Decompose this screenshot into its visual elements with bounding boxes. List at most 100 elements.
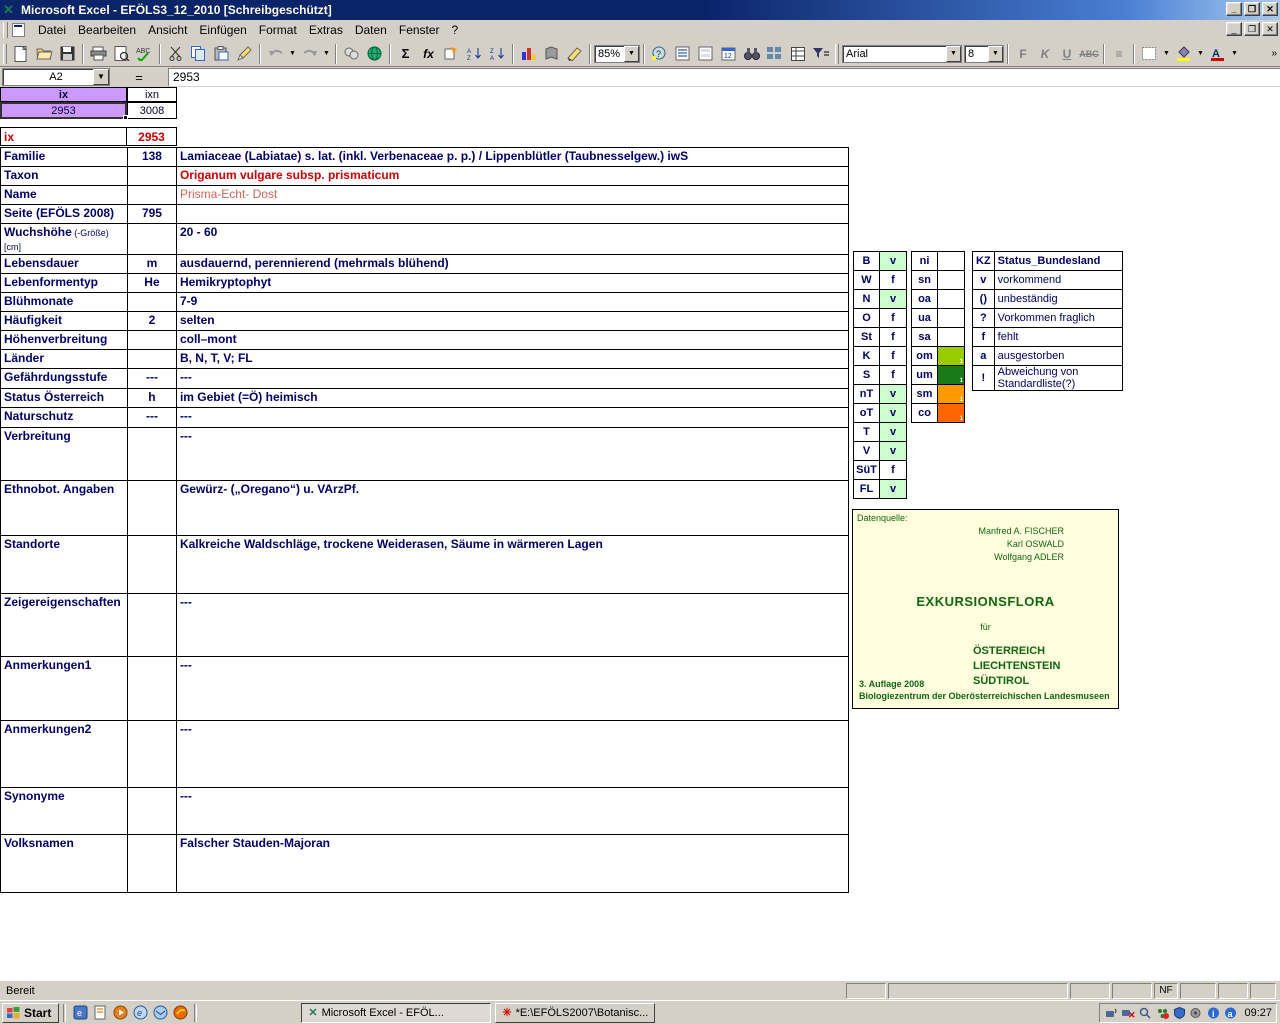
detail-row-text[interactable]: ---: [175, 787, 850, 835]
detail-row-text[interactable]: ---: [175, 593, 850, 657]
menu-item-daten[interactable]: Daten: [349, 21, 393, 39]
detail-row-text[interactable]: im Gebiet (=Ö) heimisch: [175, 388, 850, 408]
zone-code-cell[interactable]: sm: [911, 384, 938, 404]
taskbar-item-document[interactable]: ✳ *E:\EFÖLS2007\Botanisc...: [495, 1002, 656, 1023]
menu-item-bearbeiten[interactable]: Bearbeiten: [72, 21, 142, 39]
kz-status-cell[interactable]: fehlt: [993, 327, 1123, 347]
detail-row-label[interactable]: Länder: [0, 349, 128, 369]
state-code-cell[interactable]: N: [853, 289, 880, 309]
detail-row-code[interactable]: 2: [126, 311, 177, 331]
font-color-icon[interactable]: A: [1206, 43, 1229, 65]
new-document-icon[interactable]: [10, 43, 33, 65]
outlook-icon[interactable]: [150, 1003, 170, 1023]
detail-row-text[interactable]: 7-9: [175, 292, 850, 312]
detail-row-label[interactable]: Anmerkungen2: [0, 720, 128, 788]
ix-header-cell[interactable]: ix: [0, 87, 127, 102]
ixn-header-cell[interactable]: ixn: [127, 87, 177, 102]
taskbar-item-excel[interactable]: ✕ Microsoft Excel - EFÖL...: [301, 1002, 492, 1023]
print-preview-icon[interactable]: [110, 43, 133, 65]
state-code-cell[interactable]: St: [853, 327, 880, 347]
state-status-cell[interactable]: f: [879, 365, 907, 385]
close-button[interactable]: ✕: [1262, 2, 1278, 16]
workbook-restore-button[interactable]: ❐: [1244, 22, 1260, 36]
state-status-cell[interactable]: v: [879, 441, 907, 461]
autofilter-icon[interactable]: [809, 43, 832, 65]
autosum-icon[interactable]: Σ: [394, 43, 417, 65]
network-icon[interactable]: [1104, 1006, 1118, 1020]
grid-icon[interactable]: [786, 43, 809, 65]
zone-code-cell[interactable]: sa: [911, 327, 938, 347]
format-painter-icon[interactable]: [233, 43, 256, 65]
detail-row-label[interactable]: Gefährdungsstufe: [0, 368, 128, 389]
sort-descending-icon[interactable]: ZA: [486, 43, 509, 65]
italic-button[interactable]: K: [1034, 43, 1056, 65]
detail-row-text[interactable]: [175, 204, 850, 224]
kz-code-cell[interactable]: v: [972, 270, 995, 290]
state-code-cell[interactable]: W: [853, 270, 880, 290]
form-icon[interactable]: [694, 43, 717, 65]
copy-icon[interactable]: [187, 43, 210, 65]
zone-code-cell[interactable]: sn: [911, 270, 938, 290]
detail-row-label[interactable]: Seite (EFÖLS 2008): [0, 204, 128, 224]
zone-value-cell[interactable]: [937, 327, 965, 347]
zone-code-cell[interactable]: ua: [911, 308, 938, 328]
borders-icon[interactable]: [1138, 43, 1161, 65]
zoom-combo[interactable]: 85% ▼: [594, 44, 640, 63]
detail-row-label[interactable]: Wuchshöhe (-Größe) [cm]: [0, 223, 128, 255]
menu-item-help[interactable]: ?: [446, 21, 465, 39]
network-disconnect-icon[interactable]: [1155, 1006, 1169, 1020]
media-player-icon[interactable]: [110, 1003, 130, 1023]
detail-row-code[interactable]: [126, 292, 177, 312]
state-code-cell[interactable]: K: [853, 346, 880, 366]
detail-row-code[interactable]: [126, 223, 177, 255]
detail-row-text[interactable]: Gewürz- („Oregano“) u. VArzPf.: [175, 480, 850, 536]
detail-row-code[interactable]: He: [126, 273, 177, 293]
detail-row-label[interactable]: Naturschutz: [0, 407, 128, 428]
zoom-dropdown-arrow[interactable]: ▼: [624, 45, 639, 62]
menu-item-format[interactable]: Format: [253, 21, 303, 39]
detail-row-label[interactable]: Ethnobot. Angaben: [0, 480, 128, 536]
ixn-value-cell[interactable]: 3008: [127, 102, 177, 119]
borders-dropdown-arrow[interactable]: ▼: [1161, 43, 1172, 65]
zone-value-cell[interactable]: [937, 308, 965, 328]
name-box[interactable]: A2 ▼: [2, 68, 110, 86]
formatting-toolbar-grip[interactable]: [835, 43, 839, 64]
shield-icon[interactable]: [1172, 1006, 1186, 1020]
state-status-cell[interactable]: v: [879, 479, 907, 499]
zone-value-cell[interactable]: 1: [937, 365, 965, 385]
update-icon[interactable]: a: [1223, 1006, 1237, 1020]
ix-summary-label[interactable]: ix: [0, 127, 127, 146]
binoculars-find-icon[interactable]: [740, 43, 763, 65]
state-status-cell[interactable]: v: [879, 289, 907, 309]
sort-ascending-icon[interactable]: AZ: [463, 43, 486, 65]
detail-row-text[interactable]: Falscher Stauden-Majoran: [175, 834, 850, 893]
zone-value-cell[interactable]: 1: [937, 403, 965, 423]
font-color-dropdown-arrow[interactable]: ▼: [1229, 43, 1240, 65]
print-icon[interactable]: [87, 43, 110, 65]
firefox-icon[interactable]: [170, 1003, 190, 1023]
internet-explorer-icon[interactable]: e: [130, 1003, 150, 1023]
detail-row-code[interactable]: m: [126, 254, 177, 274]
align-left-button[interactable]: ≡: [1108, 43, 1130, 65]
minimize-button[interactable]: _: [1226, 2, 1242, 16]
name-box-dropdown-arrow[interactable]: ▼: [93, 69, 109, 85]
undo-dropdown-arrow[interactable]: ▼: [287, 43, 298, 65]
search-icon[interactable]: [1138, 1006, 1152, 1020]
state-code-cell[interactable]: S: [853, 365, 880, 385]
font-name-dropdown-arrow[interactable]: ▼: [946, 45, 961, 62]
menu-item-fenster[interactable]: Fenster: [393, 21, 446, 39]
detail-row-text[interactable]: Lamiaceae (Labiatae) s. lat. (inkl. Verb…: [175, 147, 850, 167]
detail-row-text[interactable]: ---: [175, 427, 850, 481]
menu-item-ansicht[interactable]: Ansicht: [142, 21, 193, 39]
ix-summary-value[interactable]: 2953: [127, 127, 177, 146]
drawing-icon[interactable]: [563, 43, 586, 65]
function-icon[interactable]: fx: [417, 43, 440, 65]
detail-row-label[interactable]: Anmerkungen1: [0, 656, 128, 721]
state-status-cell[interactable]: v: [879, 403, 907, 423]
state-status-cell[interactable]: f: [879, 270, 907, 290]
kz-status-cell[interactable]: vorkommend: [993, 270, 1123, 290]
zone-code-cell[interactable]: oa: [911, 289, 938, 309]
state-status-cell[interactable]: f: [879, 327, 907, 347]
detail-row-text[interactable]: ---: [175, 720, 850, 788]
undo-icon[interactable]: [264, 43, 287, 65]
